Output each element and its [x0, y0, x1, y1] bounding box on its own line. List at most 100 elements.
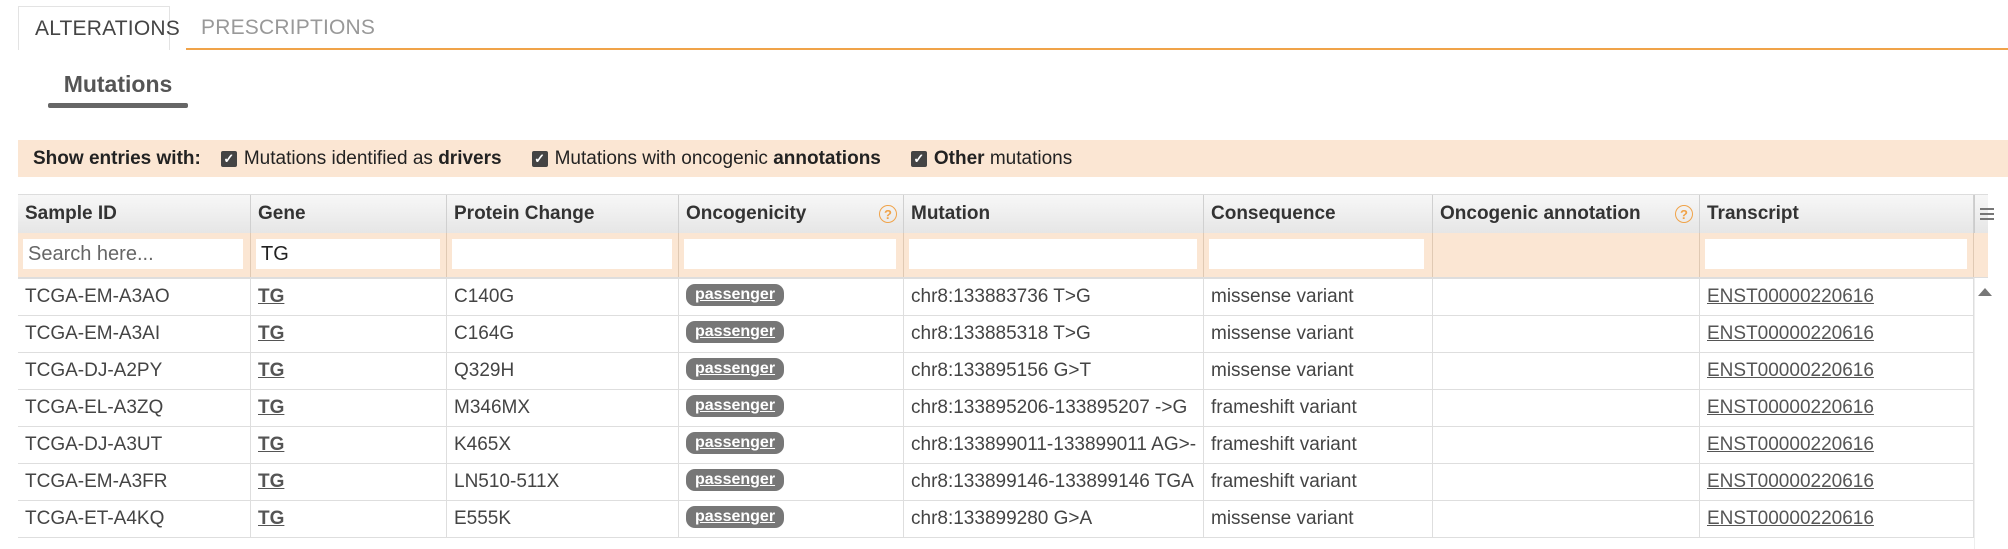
oncogenicity-badge[interactable]: passenger: [686, 321, 785, 344]
col-header-oncogenicity[interactable]: Oncogenicity ?: [679, 195, 904, 233]
table-row[interactable]: TCGA-DJ-A2PY TG Q329H passenger chr8:1338951…: [18, 352, 1988, 390]
oncogenicity-badge[interactable]: passenger: [686, 358, 785, 381]
tab-underline: [186, 48, 2008, 50]
col-header-consequence[interactable]: Consequence: [1204, 195, 1433, 233]
cell-protein-change: E555K: [447, 500, 679, 537]
cell-transcript: ENST00000220616: [1700, 500, 1974, 537]
subtab-mutations[interactable]: Mutations: [48, 62, 188, 108]
table-row-partial: [18, 241, 1988, 279]
gene-link[interactable]: TG: [258, 397, 284, 418]
oncogenicity-badge[interactable]: passenger: [686, 506, 785, 529]
cell-protein-change: C164G: [447, 315, 679, 352]
subtab-mutations-label: Mutations: [63, 71, 173, 97]
gene-link[interactable]: TG: [258, 360, 284, 381]
table-row[interactable]: TCGA-EL-A3ZQ TG M346MX passenger chr8:133895…: [18, 389, 1988, 427]
cell-oncogenicity: passenger: [679, 315, 904, 352]
cell-sample-id: TCGA-EM-A3AO: [18, 278, 251, 315]
col-header-mutation[interactable]: Mutation: [904, 195, 1204, 233]
cell-gene: TG: [251, 426, 447, 463]
cell-oncogenicity: passenger: [679, 426, 904, 463]
filter-drivers[interactable]: ✓ Mutations identified as drivers: [220, 147, 502, 170]
cell-oncogenic-annotation: [1433, 426, 1700, 463]
cell-transcript: ENST00000220616: [1700, 315, 1974, 352]
cell-sample-id: TCGA-EM-A3AI: [18, 315, 251, 352]
vertical-scrollbar[interactable]: [1974, 278, 1999, 549]
cell-oncogenicity: passenger: [679, 463, 904, 500]
oncogenicity-badge[interactable]: passenger: [686, 395, 785, 418]
cell-oncogenic-annotation: [1433, 278, 1700, 315]
cell-consequence: missense variant: [1204, 278, 1433, 315]
cell-transcript: ENST00000220616: [1700, 389, 1974, 426]
filter-bar: Show entries with: ✓ Mutations identifie…: [18, 140, 2008, 177]
drivers-label-pre: Mutations identified as: [243, 147, 439, 169]
transcript-link[interactable]: ENST00000220616: [1707, 397, 1874, 418]
table-row[interactable]: TCGA-ET-A4KQ TG E555K passenger chr8:1338992…: [18, 500, 1988, 538]
other-label-post: mutations: [984, 147, 1073, 169]
cell-oncogenic-annotation: [1433, 389, 1700, 426]
tab-alterations[interactable]: ALTERATIONS: [18, 6, 180, 50]
cell-oncogenicity: passenger: [679, 278, 904, 315]
transcript-link[interactable]: ENST00000220616: [1707, 323, 1874, 344]
table-row[interactable]: TCGA-EM-A3FR TG LN510-511X passenger chr8:13…: [18, 463, 1988, 501]
annotations-label-pre: Mutations with oncogenic: [554, 147, 774, 169]
cell-oncogenic-annotation: [1433, 315, 1700, 352]
cell-consequence: frameshift variant: [1204, 389, 1433, 426]
table-row[interactable]: TCGA-EM-A3AO TG C140G passenger chr8:1338837…: [18, 278, 1988, 316]
gene-link[interactable]: TG: [258, 508, 284, 529]
col-header-transcript[interactable]: Transcript: [1700, 195, 1974, 233]
cell-oncogenic-annotation: [1433, 352, 1700, 389]
other-checkbox[interactable]: ✓: [910, 150, 927, 167]
cell-gene: TG: [251, 463, 447, 500]
cell-consequence: missense variant: [1204, 352, 1433, 389]
col-header-oncogenicity-label: Oncogenicity: [686, 203, 807, 224]
col-header-oncogenic-annotation-label: Oncogenic annotation: [1440, 203, 1641, 224]
cell-mutation: chr8:133883736 T>G: [904, 278, 1204, 315]
annotations-checkbox[interactable]: ✓: [531, 150, 548, 167]
cell-mutation: chr8:133885318 T>G: [904, 315, 1204, 352]
scroll-up-icon[interactable]: [1978, 288, 1992, 296]
column-menu-icon[interactable]: [1974, 195, 1999, 233]
col-header-protein-change[interactable]: Protein Change: [447, 195, 679, 233]
annotations-label-bold: annotations: [773, 147, 881, 169]
col-header-sample-id[interactable]: Sample ID: [18, 195, 251, 233]
help-icon[interactable]: ?: [1675, 205, 1693, 223]
subtab-active-indicator: [48, 103, 188, 108]
gene-link[interactable]: TG: [258, 471, 284, 492]
cell-protein-change: LN510-511X: [447, 463, 679, 500]
gene-link[interactable]: TG: [258, 434, 284, 455]
gene-link[interactable]: TG: [258, 323, 284, 344]
oncogenicity-badge[interactable]: passenger: [686, 432, 785, 455]
cell-gene: TG: [251, 352, 447, 389]
cell-sample-id: TCGA-DJ-A3UT: [18, 426, 251, 463]
transcript-link[interactable]: ENST00000220616: [1707, 508, 1874, 529]
transcript-link[interactable]: ENST00000220616: [1707, 286, 1874, 307]
col-header-oncogenic-annotation[interactable]: Oncogenic annotation ?: [1433, 195, 1700, 233]
cell-gene: TG: [251, 389, 447, 426]
cell-protein-change: M346MX: [447, 389, 679, 426]
gene-link[interactable]: TG: [258, 286, 284, 307]
table-row[interactable]: TCGA-EM-A3AI TG C164G passenger chr8:1338853…: [18, 315, 1988, 353]
drivers-checkbox[interactable]: ✓: [220, 150, 237, 167]
tab-bar: ALTERATIONS PRESCRIPTIONS: [0, 0, 2008, 50]
cell-sample-id: TCGA-DJ-A2PY: [18, 352, 251, 389]
filter-annotations[interactable]: ✓ Mutations with oncogenic annotations: [531, 147, 881, 170]
cell-oncogenicity: passenger: [679, 352, 904, 389]
mutations-table: Sample ID Gene Protein Change Oncogenici…: [18, 194, 2008, 549]
transcript-link[interactable]: ENST00000220616: [1707, 360, 1874, 381]
tab-prescriptions[interactable]: PRESCRIPTIONS: [185, 6, 391, 50]
transcript-link[interactable]: ENST00000220616: [1707, 471, 1874, 492]
oncogenicity-badge[interactable]: passenger: [686, 469, 785, 492]
cell-gene: TG: [251, 500, 447, 537]
table-header: Sample ID Gene Protein Change Oncogenici…: [18, 194, 1994, 234]
filter-other[interactable]: ✓ Other mutations: [910, 147, 1073, 170]
cell-mutation: chr8:133899280 G>A: [904, 500, 1204, 537]
cell-gene: TG: [251, 315, 447, 352]
cell-transcript: ENST00000220616: [1700, 352, 1974, 389]
cell-mutation: chr8:133899146-133899146 TGA: [904, 463, 1204, 500]
help-icon[interactable]: ?: [879, 205, 897, 223]
table-row[interactable]: TCGA-DJ-A3UT TG K465X passenger chr8:1338990…: [18, 426, 1988, 464]
transcript-link[interactable]: ENST00000220616: [1707, 434, 1874, 455]
col-header-gene[interactable]: Gene: [251, 195, 447, 233]
oncogenicity-badge[interactable]: passenger: [686, 284, 785, 307]
cell-mutation: chr8:133899011-133899011 AG>-: [904, 426, 1204, 463]
